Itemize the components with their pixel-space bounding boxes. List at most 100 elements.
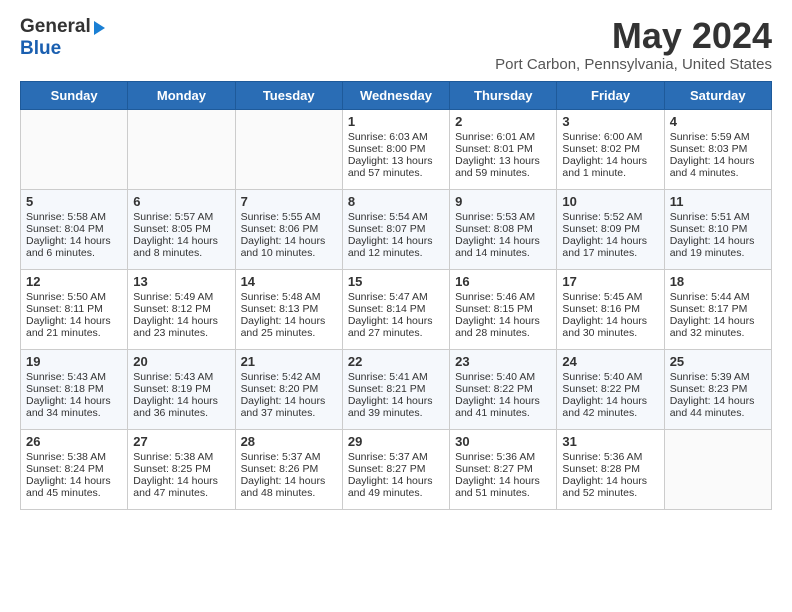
sunrise-text: Sunrise: 5:38 AM [133, 451, 229, 463]
calendar-cell [664, 429, 771, 509]
sunrise-text: Sunrise: 5:36 AM [562, 451, 658, 463]
sunrise-text: Sunrise: 5:44 AM [670, 291, 766, 303]
col-header-sunday: Sunday [21, 81, 128, 109]
sunrise-text: Sunrise: 5:58 AM [26, 211, 122, 223]
day-number: 2 [455, 114, 551, 129]
calendar-cell: 10Sunrise: 5:52 AMSunset: 8:09 PMDayligh… [557, 189, 664, 269]
sunrise-text: Sunrise: 5:45 AM [562, 291, 658, 303]
sunset-text: Sunset: 8:19 PM [133, 383, 229, 395]
calendar-cell: 22Sunrise: 5:41 AMSunset: 8:21 PMDayligh… [342, 349, 449, 429]
day-number: 7 [241, 194, 337, 209]
day-number: 31 [562, 434, 658, 449]
daylight-text: Daylight: 14 hours and 10 minutes. [241, 235, 337, 259]
sunset-text: Sunset: 8:09 PM [562, 223, 658, 235]
calendar-cell: 14Sunrise: 5:48 AMSunset: 8:13 PMDayligh… [235, 269, 342, 349]
calendar-cell: 20Sunrise: 5:43 AMSunset: 8:19 PMDayligh… [128, 349, 235, 429]
sunset-text: Sunset: 8:00 PM [348, 143, 444, 155]
sunrise-text: Sunrise: 5:53 AM [455, 211, 551, 223]
daylight-text: Daylight: 14 hours and 8 minutes. [133, 235, 229, 259]
day-number: 28 [241, 434, 337, 449]
sunrise-text: Sunrise: 5:43 AM [133, 371, 229, 383]
calendar-cell: 17Sunrise: 5:45 AMSunset: 8:16 PMDayligh… [557, 269, 664, 349]
col-header-saturday: Saturday [664, 81, 771, 109]
calendar-week-row: 12Sunrise: 5:50 AMSunset: 8:11 PMDayligh… [21, 269, 772, 349]
day-number: 19 [26, 354, 122, 369]
col-header-monday: Monday [128, 81, 235, 109]
calendar-cell: 2Sunrise: 6:01 AMSunset: 8:01 PMDaylight… [450, 109, 557, 189]
sunrise-text: Sunrise: 5:36 AM [455, 451, 551, 463]
sunset-text: Sunset: 8:12 PM [133, 303, 229, 315]
sunset-text: Sunset: 8:08 PM [455, 223, 551, 235]
daylight-text: Daylight: 14 hours and 44 minutes. [670, 395, 766, 419]
calendar-cell: 15Sunrise: 5:47 AMSunset: 8:14 PMDayligh… [342, 269, 449, 349]
sunrise-text: Sunrise: 5:51 AM [670, 211, 766, 223]
logo-general: General [20, 16, 91, 38]
logo-arrow-icon [94, 21, 105, 35]
calendar-cell: 31 Sunrise: 5:36 AMSunset: 8:28 PMDayligh… [557, 429, 664, 509]
calendar-cell: 26Sunrise: 5:38 AMSunset: 8:24 PMDayligh… [21, 429, 128, 509]
col-header-friday: Friday [557, 81, 664, 109]
day-number: 1 [348, 114, 444, 129]
daylight-text: Daylight: 14 hours and 41 minutes. [455, 395, 551, 419]
calendar-cell: 11Sunrise: 5:51 AMSunset: 8:10 PMDayligh… [664, 189, 771, 269]
sunrise-text: Sunrise: 5:41 AM [348, 371, 444, 383]
sunset-text: Sunset: 8:11 PM [26, 303, 122, 315]
logo-blue: Blue [20, 38, 61, 59]
sunrise-text: Sunrise: 5:59 AM [670, 131, 766, 143]
day-number: 4 [670, 114, 766, 129]
daylight-text: Daylight: 14 hours and 23 minutes. [133, 315, 229, 339]
day-number: 16 [455, 274, 551, 289]
sunrise-text: Sunrise: 5:39 AM [670, 371, 766, 383]
day-number: 10 [562, 194, 658, 209]
sunset-text: Sunset: 8:26 PM [241, 463, 337, 475]
sunset-text: Sunset: 8:28 PM [562, 463, 658, 475]
daylight-text: Daylight: 14 hours and 30 minutes. [562, 315, 658, 339]
sunset-text: Sunset: 8:06 PM [241, 223, 337, 235]
daylight-text: Daylight: 14 hours and 4 minutes. [670, 155, 766, 179]
calendar-cell: 30Sunrise: 5:36 AMSunset: 8:27 PMDayligh… [450, 429, 557, 509]
calendar-cell: 29 Sunrise: 5:37 AMSunset: 8:27 PMDayligh… [342, 429, 449, 509]
calendar-cell: 23Sunrise: 5:40 AMSunset: 8:22 PMDayligh… [450, 349, 557, 429]
calendar-cell: 18Sunrise: 5:44 AMSunset: 8:17 PMDayligh… [664, 269, 771, 349]
sunset-text: Sunset: 8:04 PM [26, 223, 122, 235]
calendar-table: SundayMondayTuesdayWednesdayThursdayFrid… [20, 81, 772, 510]
calendar-cell: 4 Sunrise: 5:59 AMSunset: 8:03 PMDaylight… [664, 109, 771, 189]
day-number: 21 [241, 354, 337, 369]
sunset-text: Sunset: 8:13 PM [241, 303, 337, 315]
calendar-cell [128, 109, 235, 189]
calendar-week-row: 1Sunrise: 6:03 AMSunset: 8:00 PMDaylight… [21, 109, 772, 189]
daylight-text: Daylight: 14 hours and 39 minutes. [348, 395, 444, 419]
calendar-cell: 7Sunrise: 5:55 AMSunset: 8:06 PMDaylight… [235, 189, 342, 269]
calendar-cell: 21Sunrise: 5:42 AMSunset: 8:20 PMDayligh… [235, 349, 342, 429]
col-header-wednesday: Wednesday [342, 81, 449, 109]
day-number: 15 [348, 274, 444, 289]
sunrise-text: Sunrise: 5:37 AM [348, 451, 444, 463]
day-number: 29 [348, 434, 444, 449]
daylight-text: Daylight: 13 hours and 59 minutes. [455, 155, 551, 179]
sunset-text: Sunset: 8:03 PM [670, 143, 766, 155]
calendar-cell: 16Sunrise: 5:46 AMSunset: 8:15 PMDayligh… [450, 269, 557, 349]
sunset-text: Sunset: 8:24 PM [26, 463, 122, 475]
daylight-text: Daylight: 14 hours and 12 minutes. [348, 235, 444, 259]
day-number: 27 [133, 434, 229, 449]
daylight-text: Daylight: 14 hours and 52 minutes. [562, 475, 658, 499]
sunrise-text: Sunrise: 5:47 AM [348, 291, 444, 303]
day-number: 18 [670, 274, 766, 289]
daylight-text: Daylight: 14 hours and 17 minutes. [562, 235, 658, 259]
sunrise-text: Sunrise: 5:54 AM [348, 211, 444, 223]
sunrise-text: Sunrise: 5:40 AM [562, 371, 658, 383]
daylight-text: Daylight: 14 hours and 49 minutes. [348, 475, 444, 499]
sunset-text: Sunset: 8:21 PM [348, 383, 444, 395]
daylight-text: Daylight: 14 hours and 42 minutes. [562, 395, 658, 419]
title-block: May 2024 Port Carbon, Pennsylvania, Unit… [495, 16, 772, 73]
sunset-text: Sunset: 8:27 PM [348, 463, 444, 475]
calendar-week-row: 19Sunrise: 5:43 AMSunset: 8:18 PMDayligh… [21, 349, 772, 429]
day-number: 30 [455, 434, 551, 449]
day-number: 20 [133, 354, 229, 369]
day-number: 14 [241, 274, 337, 289]
sunset-text: Sunset: 8:02 PM [562, 143, 658, 155]
day-number: 5 [26, 194, 122, 209]
sunset-text: Sunset: 8:16 PM [562, 303, 658, 315]
calendar-cell: 12Sunrise: 5:50 AMSunset: 8:11 PMDayligh… [21, 269, 128, 349]
sunset-text: Sunset: 8:25 PM [133, 463, 229, 475]
